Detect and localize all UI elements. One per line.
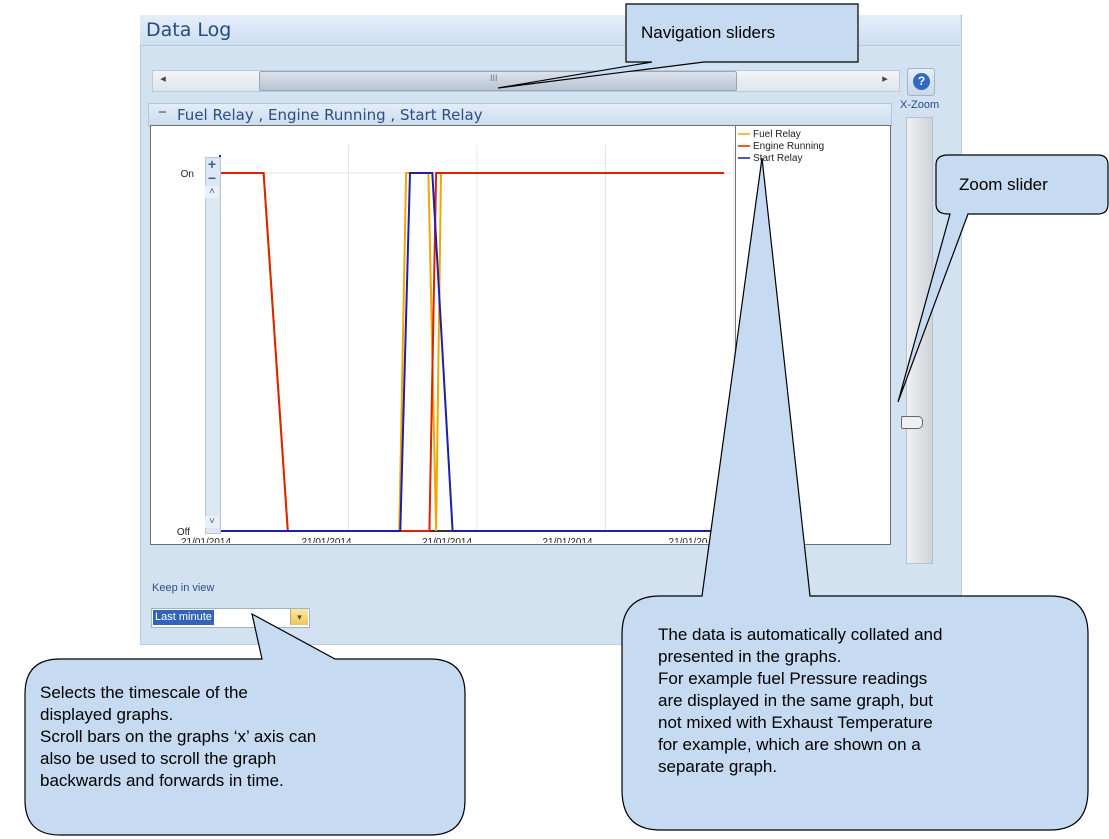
timescale-line: backwards and forwards in time. [40,771,284,790]
timescale-line: Scroll bars on the graphs ‘x’ axis can [40,727,317,746]
navigation-callout-text: Navigation sliders [641,23,776,42]
data-line: not mixed with Exhaust Temperature [658,713,933,732]
data-callout-text: The data is automatically collated and p… [658,624,942,778]
timescale-line: also be used to scroll the graph [40,749,277,768]
timescale-line: displayed graphs. [40,705,174,724]
data-line: are displayed in the same graph, but [658,691,934,710]
timescale-callout-text: Selects the timescale of the displayed g… [40,682,316,792]
navigation-callout-bubble [497,3,859,89]
data-line: For example fuel Pressure readings [658,669,928,688]
timescale-line: Selects the timescale of the [40,683,248,702]
data-line: for example, which are shown on a [658,735,921,754]
data-line: presented in the graphs. [658,647,842,666]
zoom-callout-text: Zoom slider [959,175,1048,194]
data-line: The data is automatically collated and [658,625,943,644]
data-line: separate graph. [658,757,778,776]
